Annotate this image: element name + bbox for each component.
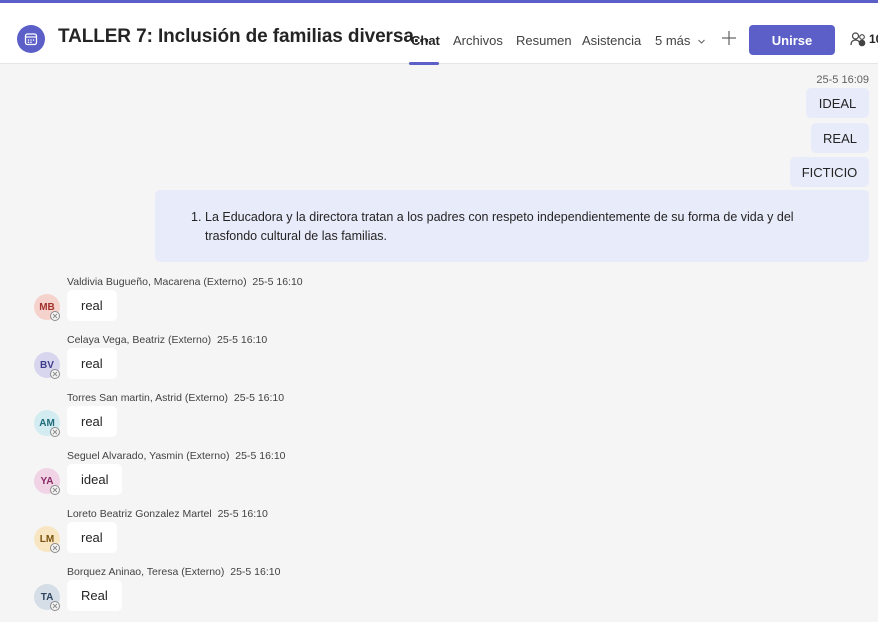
participants-button[interactable]: 10 bbox=[850, 31, 878, 47]
meeting-header: TALLER 7: Inclusión de familias diversa.… bbox=[0, 0, 878, 65]
tab-asistencia[interactable]: Asistencia bbox=[582, 33, 641, 48]
tab-resumen[interactable]: Resumen bbox=[516, 33, 572, 48]
own-message-timestamp: 25-5 16:09 bbox=[816, 74, 869, 86]
message-author: Borquez Aninao, Teresa (Externo) bbox=[67, 566, 225, 578]
statement-number: 1. bbox=[191, 210, 202, 224]
message-time: 25-5 16:10 bbox=[252, 276, 303, 288]
presence-unknown-icon bbox=[50, 369, 60, 379]
statement-text: La Educadora y la directora tratan a los… bbox=[205, 210, 794, 243]
message-author: Loreto Beatriz Gonzalez Martel bbox=[67, 508, 212, 520]
message-bubble[interactable]: real bbox=[67, 290, 117, 321]
message-author: Seguel Alvarado, Yasmin (Externo) bbox=[67, 450, 230, 462]
tab-chat[interactable]: Chat bbox=[411, 33, 440, 48]
message-meta: Borquez Aninao, Teresa (Externo) 25-5 16… bbox=[67, 566, 280, 578]
own-message-bubble[interactable]: FICTICIO bbox=[790, 157, 869, 187]
plus-icon bbox=[722, 31, 736, 45]
message-time: 25-5 16:10 bbox=[230, 566, 281, 578]
presence-unknown-icon bbox=[50, 601, 60, 611]
own-message-bubble[interactable]: REAL bbox=[811, 123, 869, 153]
message-author: Torres San martin, Astrid (Externo) bbox=[67, 392, 229, 404]
message-time: 25-5 16:10 bbox=[217, 334, 268, 346]
message-time: 25-5 16:10 bbox=[217, 508, 268, 520]
join-button[interactable]: Unirse bbox=[749, 25, 835, 55]
chat-message: Torres San martin, Astrid (Externo) 25-5… bbox=[0, 392, 878, 448]
add-tab-button[interactable] bbox=[719, 28, 739, 48]
message-bubble[interactable]: real bbox=[67, 348, 117, 379]
tab-more-label: 5 más bbox=[655, 33, 691, 48]
chat-message: Loreto Beatriz Gonzalez Martel 25-5 16:1… bbox=[0, 508, 878, 564]
chat-message: Seguel Alvarado, Yasmin (Externo) 25-5 1… bbox=[0, 450, 878, 506]
chat-message: Valdivia Bugueño, Macarena (Externo) 25-… bbox=[0, 276, 878, 332]
chat-message: Borquez Aninao, Teresa (Externo) 25-5 16… bbox=[0, 566, 878, 622]
presence-unknown-icon bbox=[50, 485, 60, 495]
message-meta: Celaya Vega, Beatriz (Externo) 25-5 16:1… bbox=[67, 334, 267, 346]
message-bubble[interactable]: real bbox=[67, 406, 117, 437]
chevron-down-icon bbox=[698, 39, 705, 44]
message-bubble[interactable]: Real bbox=[67, 580, 122, 611]
message-meta: Valdivia Bugueño, Macarena (Externo) 25-… bbox=[67, 276, 303, 288]
message-meta: Loreto Beatriz Gonzalez Martel 25-5 16:1… bbox=[67, 508, 268, 520]
presence-unknown-icon bbox=[50, 311, 60, 321]
message-time: 25-5 16:10 bbox=[233, 392, 285, 404]
presence-unknown-icon bbox=[50, 427, 60, 437]
active-tab-indicator bbox=[409, 62, 439, 65]
message-bubble[interactable]: ideal bbox=[67, 464, 123, 495]
participants-count: 10 bbox=[869, 32, 878, 46]
presence-unknown-icon bbox=[50, 543, 60, 553]
message-bubble[interactable]: real bbox=[67, 522, 117, 553]
message-meta: Torres San martin, Astrid (Externo) 25-5… bbox=[67, 392, 284, 404]
message-meta: Seguel Alvarado, Yasmin (Externo) 25-5 1… bbox=[67, 450, 286, 462]
tab-more[interactable]: 5 más bbox=[655, 33, 706, 48]
message-author: Celaya Vega, Beatriz (Externo) bbox=[67, 334, 212, 346]
message-author: Valdivia Bugueño, Macarena (Externo) bbox=[67, 276, 247, 288]
own-message-bubble[interactable]: IDEAL bbox=[806, 88, 869, 118]
message-time: 25-5 16:10 bbox=[235, 450, 286, 462]
chat-message: Celaya Vega, Beatriz (Externo) 25-5 16:1… bbox=[0, 334, 878, 390]
people-icon bbox=[850, 32, 866, 47]
calendar-icon bbox=[17, 25, 45, 53]
tab-archivos[interactable]: Archivos bbox=[453, 33, 503, 48]
meeting-title: TALLER 7: Inclusión de familias diversa.… bbox=[58, 26, 430, 47]
own-statement-bubble[interactable]: 1. La Educadora y la directora tratan a … bbox=[155, 190, 869, 262]
